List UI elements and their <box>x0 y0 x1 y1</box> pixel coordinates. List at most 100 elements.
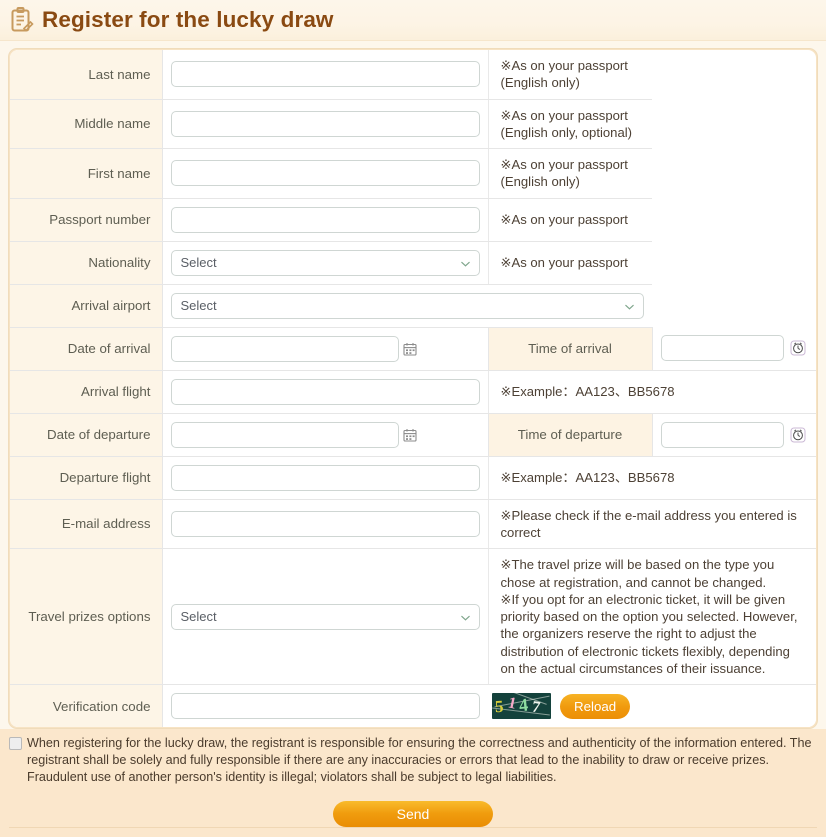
field-cell-departure-flight <box>162 456 488 500</box>
table-row-middle-name: Middle name ※As on your passport (Englis… <box>10 99 816 150</box>
label-email-address: E-mail address <box>10 499 163 550</box>
hint-passport-number: ※As on your passport <box>487 198 652 242</box>
page-header: Register for the lucky draw <box>0 0 826 41</box>
clipboard-pencil-icon <box>9 6 35 34</box>
label-middle-name: Middle name <box>10 99 163 150</box>
table-row-date-of-departure: Date of departure Time of departure <box>10 413 816 457</box>
field-cell-arrival-flight <box>162 370 488 414</box>
field-cell-time-of-departure <box>652 413 816 457</box>
field-cell-last-name <box>162 50 488 100</box>
email-field[interactable] <box>170 510 480 537</box>
table-row-date-of-arrival: Date of arrival Time of arrival <box>10 327 816 371</box>
field-cell-nationality: Select <box>162 241 488 285</box>
field-cell-time-of-arrival <box>652 327 816 371</box>
page-footer: When registering for the lucky draw, the… <box>0 729 826 837</box>
field-cell-passport-number <box>162 198 488 242</box>
departure-time-group <box>660 421 809 448</box>
hint-email-address: ※Please check if the e-mail address you … <box>487 499 816 550</box>
table-row-verification-code: Verification code 5 1 4 7 Reload <box>10 684 816 728</box>
travel-prizes-select[interactable]: Select <box>170 603 480 630</box>
table-row-travel-prizes: Travel prizes options Select ※The travel… <box>10 548 816 686</box>
departure-time-input[interactable] <box>660 421 784 448</box>
departure-date-input[interactable] <box>170 421 399 448</box>
captcha-image: 5 1 4 7 <box>492 693 551 720</box>
middle-name-input[interactable] <box>170 110 480 137</box>
agreement-checkbox[interactable] <box>9 737 22 751</box>
agreement-block: When registering for the lucky draw, the… <box>9 735 817 786</box>
field-cell-date-of-departure <box>162 413 488 457</box>
label-date-of-arrival: Date of arrival <box>10 327 163 371</box>
chevron-down-icon <box>460 257 471 268</box>
hint-middle-name: ※As on your passport (English only, opti… <box>487 99 652 150</box>
label-travel-prizes-options: Travel prizes options <box>10 548 163 686</box>
label-time-of-arrival: Time of arrival <box>487 327 653 371</box>
arrival-time-group <box>660 335 809 362</box>
hint-departure-flight: ※Example：AA123、BB5678 <box>487 456 816 500</box>
departure-flight-input[interactable] <box>170 464 480 491</box>
field-cell-first-name <box>162 148 488 199</box>
hint-arrival-flight: ※Example：AA123、BB5678 <box>487 370 816 414</box>
calendar-icon[interactable] <box>403 341 418 356</box>
arrival-airport-select-value: Select <box>180 298 217 314</box>
clock-icon[interactable] <box>789 340 806 357</box>
hint-last-name: ※As on your passport (English only) <box>487 50 652 100</box>
chevron-down-icon <box>460 611 471 622</box>
label-arrival-airport: Arrival airport <box>10 284 163 328</box>
arrival-date-group <box>170 335 480 362</box>
label-date-of-departure: Date of departure <box>10 413 163 457</box>
table-row-arrival-airport: Arrival airport Select <box>10 284 816 328</box>
captcha-cell: 5 1 4 7 Reload <box>488 685 816 728</box>
passport-number-input[interactable] <box>170 206 480 233</box>
table-row-nationality: Nationality Select ※As on your passport <box>10 241 816 285</box>
send-button[interactable]: Send <box>333 800 493 827</box>
table-row-first-name: First name ※As on your passport (English… <box>10 148 816 199</box>
hint-travel-prizes: ※The travel prize will be based on the t… <box>487 548 816 686</box>
table-row-arrival-flight: Arrival flight ※Example：AA123、BB5678 <box>10 370 816 414</box>
field-cell-date-of-arrival <box>162 327 488 371</box>
captcha-row: 5 1 4 7 Reload <box>492 693 806 720</box>
verification-code-input[interactable] <box>170 693 480 720</box>
table-row-email: E-mail address ※Please check if the e-ma… <box>10 499 816 550</box>
calendar-icon[interactable] <box>403 427 418 442</box>
table-row-passport-number: Passport number ※As on your passport <box>10 198 816 242</box>
field-cell-email-address <box>162 499 488 550</box>
label-departure-flight: Departure flight <box>10 456 163 500</box>
nationality-select-value: Select <box>180 255 217 271</box>
arrival-date-input[interactable] <box>170 335 399 362</box>
captcha-digit-3: 4 <box>517 694 530 716</box>
form-frame: Last name ※As on your passport (English … <box>8 48 818 730</box>
label-passport-number: Passport number <box>10 198 163 242</box>
label-time-of-departure: Time of departure <box>487 413 653 457</box>
registration-form-table: Last name ※As on your passport (English … <box>10 50 816 728</box>
field-cell-travel-prizes: Select <box>162 548 488 686</box>
captcha-digit-1: 5 <box>494 697 504 717</box>
send-button-wrapper: Send <box>9 800 817 827</box>
chevron-down-icon <box>624 300 635 311</box>
field-cell-verification-code <box>162 685 488 728</box>
hint-nationality: ※As on your passport <box>487 241 652 285</box>
label-verification-code: Verification code <box>10 684 163 728</box>
table-row-last-name: Last name ※As on your passport (English … <box>10 50 816 100</box>
hint-first-name: ※As on your passport (English only) <box>487 148 652 199</box>
clock-icon[interactable] <box>789 426 806 443</box>
page-title: Register for the lucky draw <box>42 6 334 32</box>
label-first-name: First name <box>10 148 163 199</box>
agreement-text: When registering for the lucky draw, the… <box>27 736 812 785</box>
reload-captcha-button[interactable]: Reload <box>560 693 631 719</box>
arrival-time-input[interactable] <box>660 335 784 362</box>
table-row-departure-flight: Departure flight ※Example：AA123、BB5678 <box>10 456 816 500</box>
footer-bottom-strip <box>9 826 817 837</box>
nationality-select[interactable]: Select <box>170 249 480 276</box>
travel-prizes-select-value: Select <box>180 609 217 625</box>
field-cell-arrival-airport: Select <box>162 284 652 328</box>
label-last-name: Last name <box>10 50 163 100</box>
registration-page: Register for the lucky draw Last name ※A… <box>0 0 826 837</box>
first-name-input[interactable] <box>170 160 480 187</box>
arrival-airport-select[interactable]: Select <box>170 292 644 319</box>
form-frame-wrapper: Last name ※As on your passport (English … <box>0 41 826 730</box>
last-name-input[interactable] <box>170 61 480 88</box>
label-nationality: Nationality <box>10 241 163 285</box>
arrival-flight-input[interactable] <box>170 378 480 405</box>
label-arrival-flight: Arrival flight <box>10 370 163 414</box>
departure-date-group <box>170 421 480 448</box>
